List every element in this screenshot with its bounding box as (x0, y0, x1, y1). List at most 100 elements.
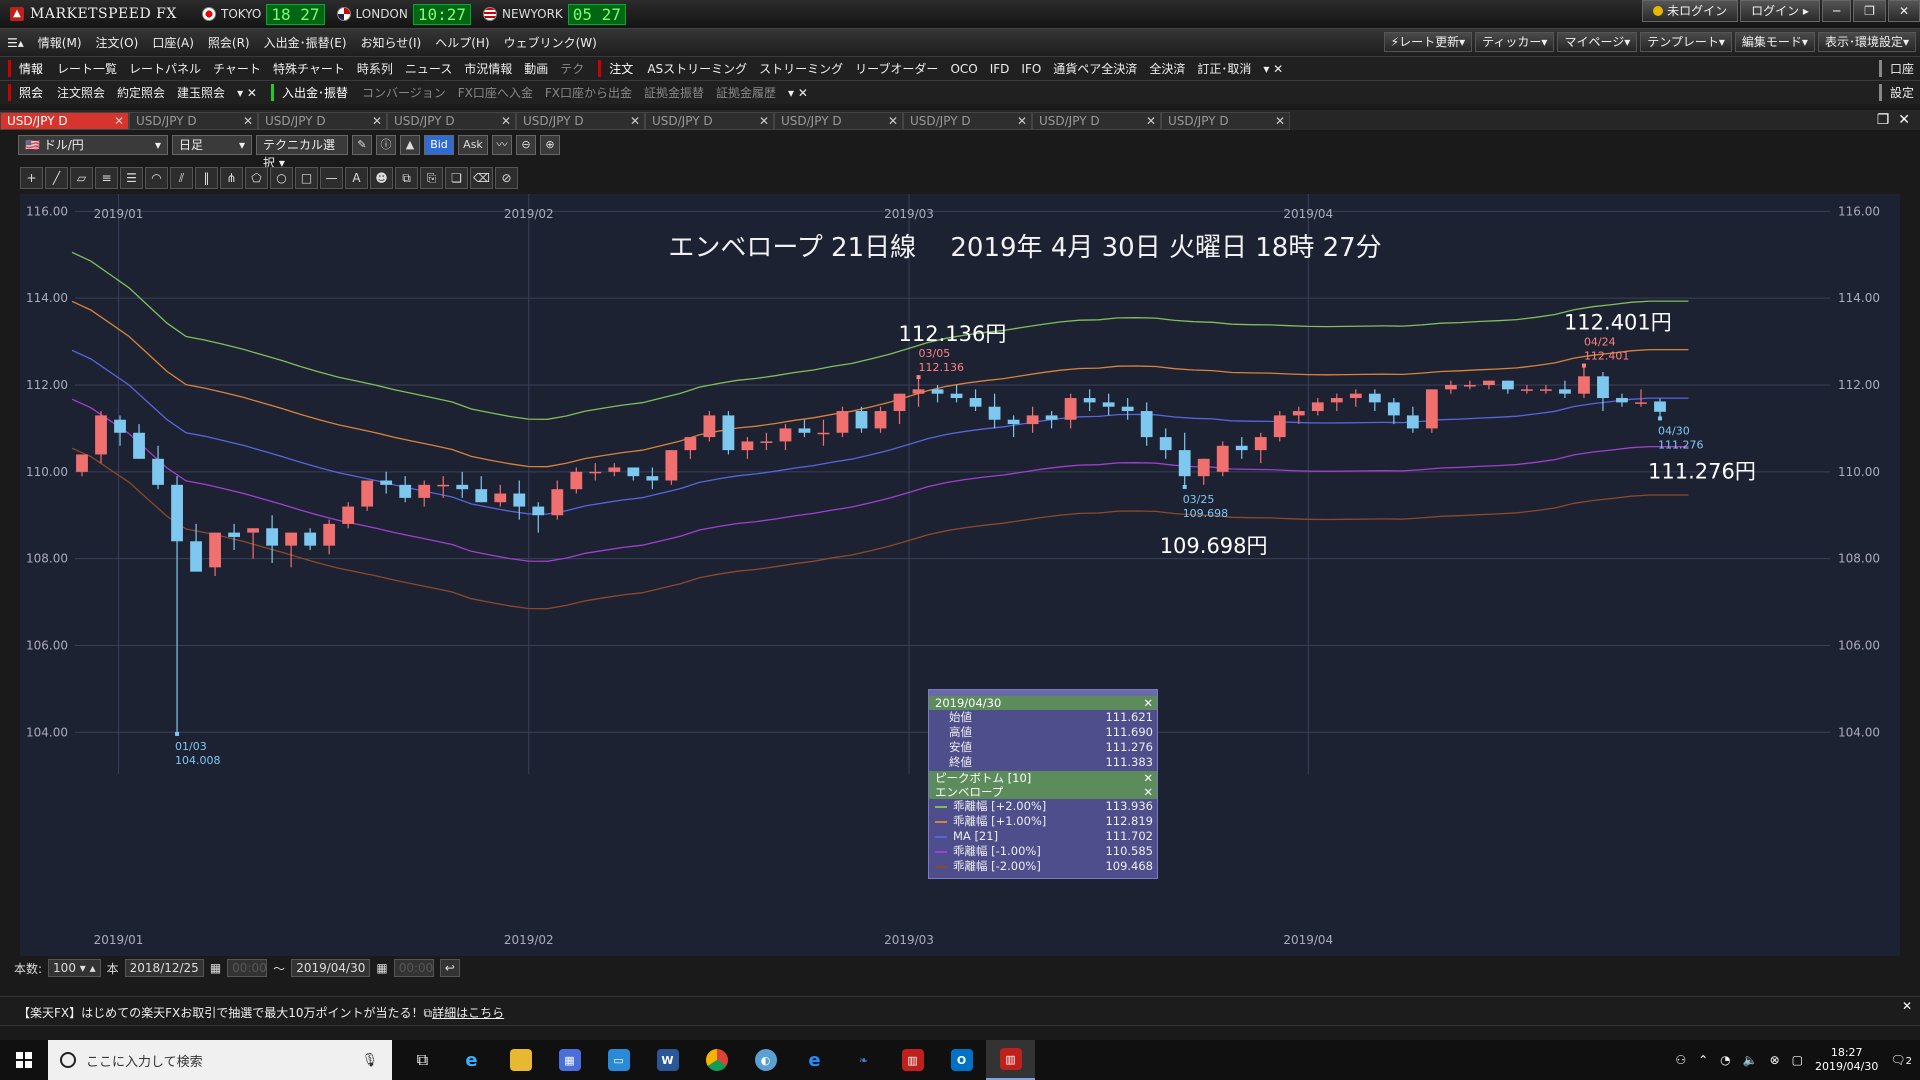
tool-all-settle[interactable]: 全決済 (1143, 60, 1191, 77)
close-window-button[interactable]: ✕ (1887, 0, 1920, 22)
arc-icon[interactable]: ◠ (145, 167, 168, 189)
zoom-out-icon[interactable]: ⊖ (516, 135, 536, 155)
close-icon[interactable]: ✕ (1143, 785, 1153, 799)
tool-market-info[interactable]: 市況情報 (458, 60, 518, 77)
app-feather-icon[interactable]: ❧ (839, 1040, 888, 1080)
menu-help[interactable]: ヘルプ(H) (428, 34, 496, 51)
tool-pair-settle[interactable]: 通貨ペア全決済 (1047, 60, 1143, 77)
tab-usdjpy-2[interactable]: USD/JPY D ✕ (129, 112, 258, 130)
calculator-icon[interactable]: ▦ (545, 1040, 594, 1080)
tool-rate-list[interactable]: レート一覧 (51, 60, 123, 77)
minimize-button[interactable]: ─ (1821, 0, 1852, 22)
to-time-input[interactable]: 00:00 (393, 959, 434, 977)
pitchfork-icon[interactable]: ⋔ (220, 167, 243, 189)
close-tab-icon[interactable]: ✕ (1146, 113, 1156, 129)
close-tab-icon[interactable]: ✕ (1017, 113, 1027, 129)
menu-info[interactable]: 情報(M) (31, 34, 89, 51)
notifications-icon[interactable]: 🗨2 (1890, 1053, 1912, 1067)
close-icon[interactable]: ✕ (1143, 696, 1153, 710)
eraser-icon[interactable]: ⌫ (470, 167, 493, 189)
tool-video[interactable]: 動画 (518, 60, 554, 77)
channel-icon[interactable]: ☰ (120, 167, 143, 189)
network-icon[interactable]: ◔ (1720, 1053, 1730, 1067)
display-settings-button[interactable]: 表示･環境設定▾ (1817, 32, 1916, 52)
icon-stamp-icon[interactable]: ☻ (370, 167, 393, 189)
menu-inquiry[interactable]: 照会(R) (201, 34, 257, 51)
tab-usdjpy-9[interactable]: USD/JPY D ✕ (1032, 112, 1161, 130)
crosshair-icon[interactable]: + (20, 167, 43, 189)
horizontal-lines-icon[interactable]: ≡ (95, 167, 118, 189)
trendline-icon[interactable]: ╱ (45, 167, 68, 189)
to-date-input[interactable]: 2019/04/30 (291, 959, 371, 977)
taskbar-clock[interactable]: 18:27 2019/04/30 (1815, 1046, 1878, 1074)
volume-icon[interactable]: 🔈 (1743, 1053, 1758, 1067)
marketspeed-fx-icon[interactable]: ▥ (986, 1040, 1035, 1080)
ie-icon[interactable]: e (447, 1040, 496, 1080)
action-icon[interactable]: ▢ (1792, 1053, 1803, 1067)
fan-icon[interactable]: ⫽ (170, 167, 193, 189)
menu-notice[interactable]: お知らせ(I) (354, 34, 429, 51)
taskbar-search[interactable]: ここに入力して検索 🎙 (48, 1040, 392, 1080)
edge-icon[interactable]: e (790, 1040, 839, 1080)
from-date-input[interactable]: 2018/12/25 (124, 959, 204, 977)
tray-expand-icon[interactable]: ⌃ (1698, 1053, 1708, 1067)
tab-usdjpy-3[interactable]: USD/JPY D ✕ (258, 112, 387, 130)
tool-tech[interactable]: テク (554, 60, 590, 77)
microphone-icon[interactable]: 🎙 (361, 1053, 378, 1068)
from-time-input[interactable]: 00:00 (227, 959, 268, 977)
currency-pair-select[interactable]: 🇺🇸 ドル/円 ▾ (18, 135, 168, 155)
tool-order-inquiry[interactable]: 注文照会 (51, 84, 111, 101)
tool-special-chart[interactable]: 特殊チャート (267, 60, 351, 77)
area-chart-icon[interactable]: ▲ (400, 135, 420, 155)
tool-execution-inquiry[interactable]: 約定照会 (111, 84, 171, 101)
tool-position-inquiry[interactable]: 建玉照会 (171, 84, 231, 101)
edit-mode-button[interactable]: 編集モード▾ (1734, 32, 1815, 52)
news-detail-link[interactable]: 詳細はこちら (432, 1006, 504, 1020)
price-data-panel[interactable]: 2019/04/30 ✕ 始値 111.621 高値 111.690 安値 111.27… (928, 689, 1158, 879)
chrome-icon[interactable] (692, 1040, 741, 1080)
close-news-icon[interactable]: ✕ (1902, 999, 1912, 1013)
task-view-icon[interactable]: ⧉ (398, 1040, 447, 1080)
tab-usdjpy-10[interactable]: USD/JPY D ✕ (1161, 112, 1290, 130)
tab-usdjpy-8[interactable]: USD/JPY D ✕ (903, 112, 1032, 130)
main-menu-icon[interactable]: ☰▴ (0, 36, 31, 50)
close-tab-icon[interactable]: ✕ (1275, 113, 1285, 129)
tool-rate-panel[interactable]: レートパネル (123, 60, 207, 77)
calendar-icon[interactable]: ▦ (210, 961, 221, 975)
vertical-lines-icon[interactable]: ‖ (195, 167, 218, 189)
tab-usdjpy-1[interactable]: USD/JPY D ✕ (0, 112, 129, 130)
close-icon[interactable]: ✕ (1143, 771, 1153, 785)
restore-panel-icon[interactable]: ❐ (1877, 112, 1890, 128)
toolbar-account[interactable]: 口座 (1878, 60, 1914, 77)
tool-margin-transfer[interactable]: 証拠金振替 (638, 84, 710, 101)
close-tab-icon[interactable]: ✕ (243, 113, 253, 129)
tool-as-streaming[interactable]: ASストリーミング (641, 60, 753, 77)
tool-news[interactable]: ニュース (399, 60, 458, 77)
tab-usdjpy-4[interactable]: USD/JPY D ✕ (387, 112, 516, 130)
tool-modify-cancel[interactable]: 訂正･取消 (1191, 60, 1257, 77)
copy-icon[interactable]: ⧉ (395, 167, 418, 189)
close-panel-icon[interactable]: ✕ (1898, 112, 1910, 128)
bid-toggle[interactable]: Bid (424, 135, 454, 155)
tool-ifo[interactable]: IFO (1015, 62, 1047, 76)
duplicate-icon[interactable]: ❏ (445, 167, 468, 189)
ticker-button[interactable]: ティッカー▾ (1475, 32, 1555, 52)
menu-account[interactable]: 口座(A) (145, 34, 201, 51)
technical-select[interactable]: テクニカル選択 ▾ (256, 135, 348, 170)
close-tab-icon[interactable]: ✕ (888, 113, 898, 129)
tool-ifd[interactable]: IFD (984, 62, 1016, 76)
outlook-icon[interactable]: O (937, 1040, 986, 1080)
tool-chart[interactable]: チャート (207, 60, 267, 77)
login-button[interactable]: ログイン ▸ (1740, 0, 1820, 22)
info-icon[interactable]: ⓘ (376, 135, 396, 155)
close-tab-icon[interactable]: ✕ (372, 113, 382, 129)
close-tab-icon[interactable]: ✕ (114, 113, 124, 129)
menu-weblink[interactable]: ウェブリンク(W) (497, 34, 604, 51)
ruler-icon[interactable]: ▱ (70, 167, 93, 189)
menu-deposit[interactable]: 入出金･振替(E) (257, 34, 354, 51)
bar-count-select[interactable]: 100 ▾ ▴ (48, 959, 101, 977)
text-icon[interactable]: A (345, 167, 368, 189)
ask-toggle[interactable]: Ask (458, 135, 488, 155)
calendar-icon[interactable]: ▦ (376, 961, 387, 975)
tool-withdraw[interactable]: FX口座から出金 (539, 84, 638, 101)
